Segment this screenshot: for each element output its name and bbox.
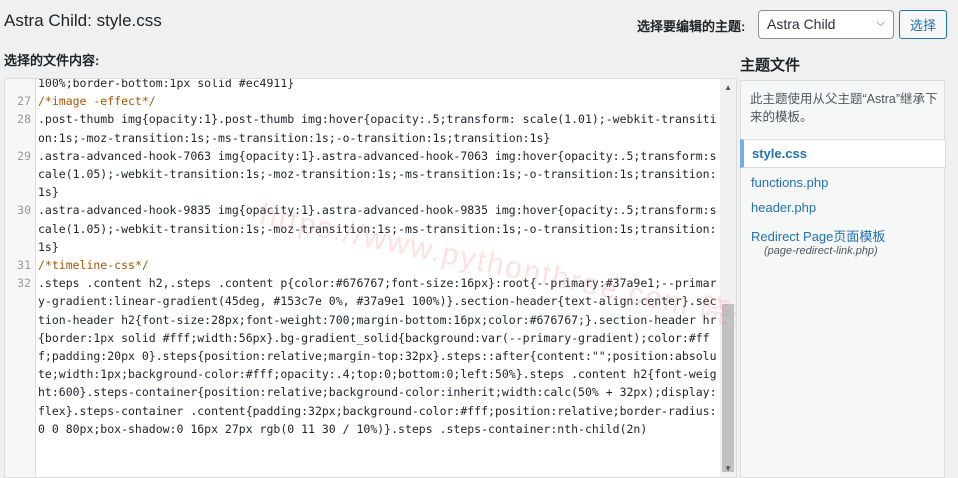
line-number: 30	[17, 203, 31, 218]
code-text: .steps .content h2,.steps .content p{col…	[38, 276, 717, 436]
code-comment: /*timeline-css*/	[38, 258, 149, 273]
select-theme-label: 选择要编辑的主题:	[637, 19, 746, 34]
page-title: Astra Child: style.css	[4, 11, 162, 30]
code-text: .astra-advanced-hook-7063 img{opacity:1}…	[38, 148, 717, 200]
file-item-label: style.css	[752, 146, 807, 161]
chevron-down-icon: ⌵	[876, 17, 885, 29]
file-item-subtitle: (page-redirect-link.php)	[764, 245, 878, 257]
line-number: 27	[17, 94, 31, 109]
editor-scrollbar[interactable]: ▲ ▼	[720, 79, 736, 477]
line-number: 29	[17, 148, 31, 163]
line-number: 32	[17, 276, 31, 291]
line-number: 31	[17, 258, 31, 273]
code-line: 30 .astra-advanced-hook-9835 img{opacity…	[5, 201, 720, 256]
code-line: 31 /*timeline-css*/	[5, 256, 720, 274]
theme-select[interactable]: Astra Child ⌵	[758, 10, 894, 39]
file-item-active[interactable]: style.css	[740, 139, 946, 168]
file-item-header[interactable]: header.php	[751, 200, 816, 215]
theme-select-value: Astra Child	[767, 16, 836, 32]
file-item-functions[interactable]: functions.php	[751, 175, 828, 190]
file-item-redirect-page[interactable]: Redirect Page页面模板	[751, 226, 885, 245]
scrollbar-thumb[interactable]	[722, 304, 734, 472]
code-text: .post-thumb img{opacity:1}.post-thumb im…	[38, 112, 717, 145]
scroll-down-arrow-icon[interactable]: ▼	[724, 464, 732, 473]
theme-files-title: 主题文件	[740, 57, 801, 74]
code-editor[interactable]: 100%;border-bottom:1px solid #ec4911} 27…	[4, 78, 737, 478]
code-line: 29 .astra-advanced-hook-7063 img{opacity…	[5, 147, 720, 202]
select-theme-button[interactable]: 选择	[899, 10, 947, 39]
code-line: 32 .steps .content h2,.steps .content p{…	[5, 274, 720, 438]
line-number: 28	[17, 112, 31, 127]
theme-files-description: 此主题使用从父主题“Astra”继承下来的模板。	[750, 92, 938, 124]
code-text: 100%;border-bottom:1px solid #ec4911}	[38, 78, 295, 90]
code-text: .astra-advanced-hook-9835 img{opacity:1}…	[38, 203, 717, 254]
code-comment: /*image -effect*/	[38, 94, 156, 109]
code-line: 28 .post-thumb img{opacity:1}.post-thumb…	[5, 110, 720, 146]
file-content-label: 选择的文件内容:	[4, 53, 100, 68]
code-line: 27 /*image -effect*/	[5, 92, 720, 110]
code-lines[interactable]: 100%;border-bottom:1px solid #ec4911} 27…	[5, 78, 720, 438]
scroll-up-arrow-icon[interactable]: ▲	[724, 83, 732, 92]
code-line: 100%;border-bottom:1px solid #ec4911}	[5, 78, 720, 92]
